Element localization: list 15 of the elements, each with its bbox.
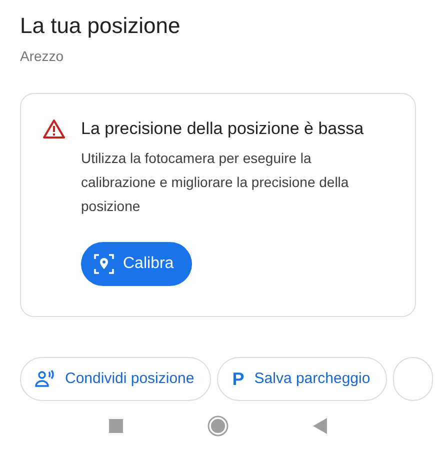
action-chip[interactable]: Condividi posizione	[20, 357, 212, 401]
back-button[interactable]	[312, 418, 326, 434]
action-chip[interactable]	[393, 357, 434, 401]
parking-icon: P	[232, 366, 244, 392]
calibrate-icon	[93, 253, 115, 275]
warning-icon	[43, 119, 65, 139]
home-button[interactable]	[206, 415, 228, 437]
people-icon	[35, 370, 55, 388]
page-title: La tua posizione	[20, 12, 182, 40]
recents-button[interactable]	[108, 419, 122, 433]
alert-message: Utilizza la fotocamera per eseguire la calibrazione e migliorare la precisione della posizione	[81, 149, 350, 216]
action-chip[interactable]: P Salva parcheggio	[217, 357, 388, 401]
calibrate-button[interactable]: Calibra	[81, 242, 192, 286]
location-name: Arezzo	[20, 47, 65, 66]
alert-title: La precisione della posizione è bassa	[81, 118, 364, 140]
